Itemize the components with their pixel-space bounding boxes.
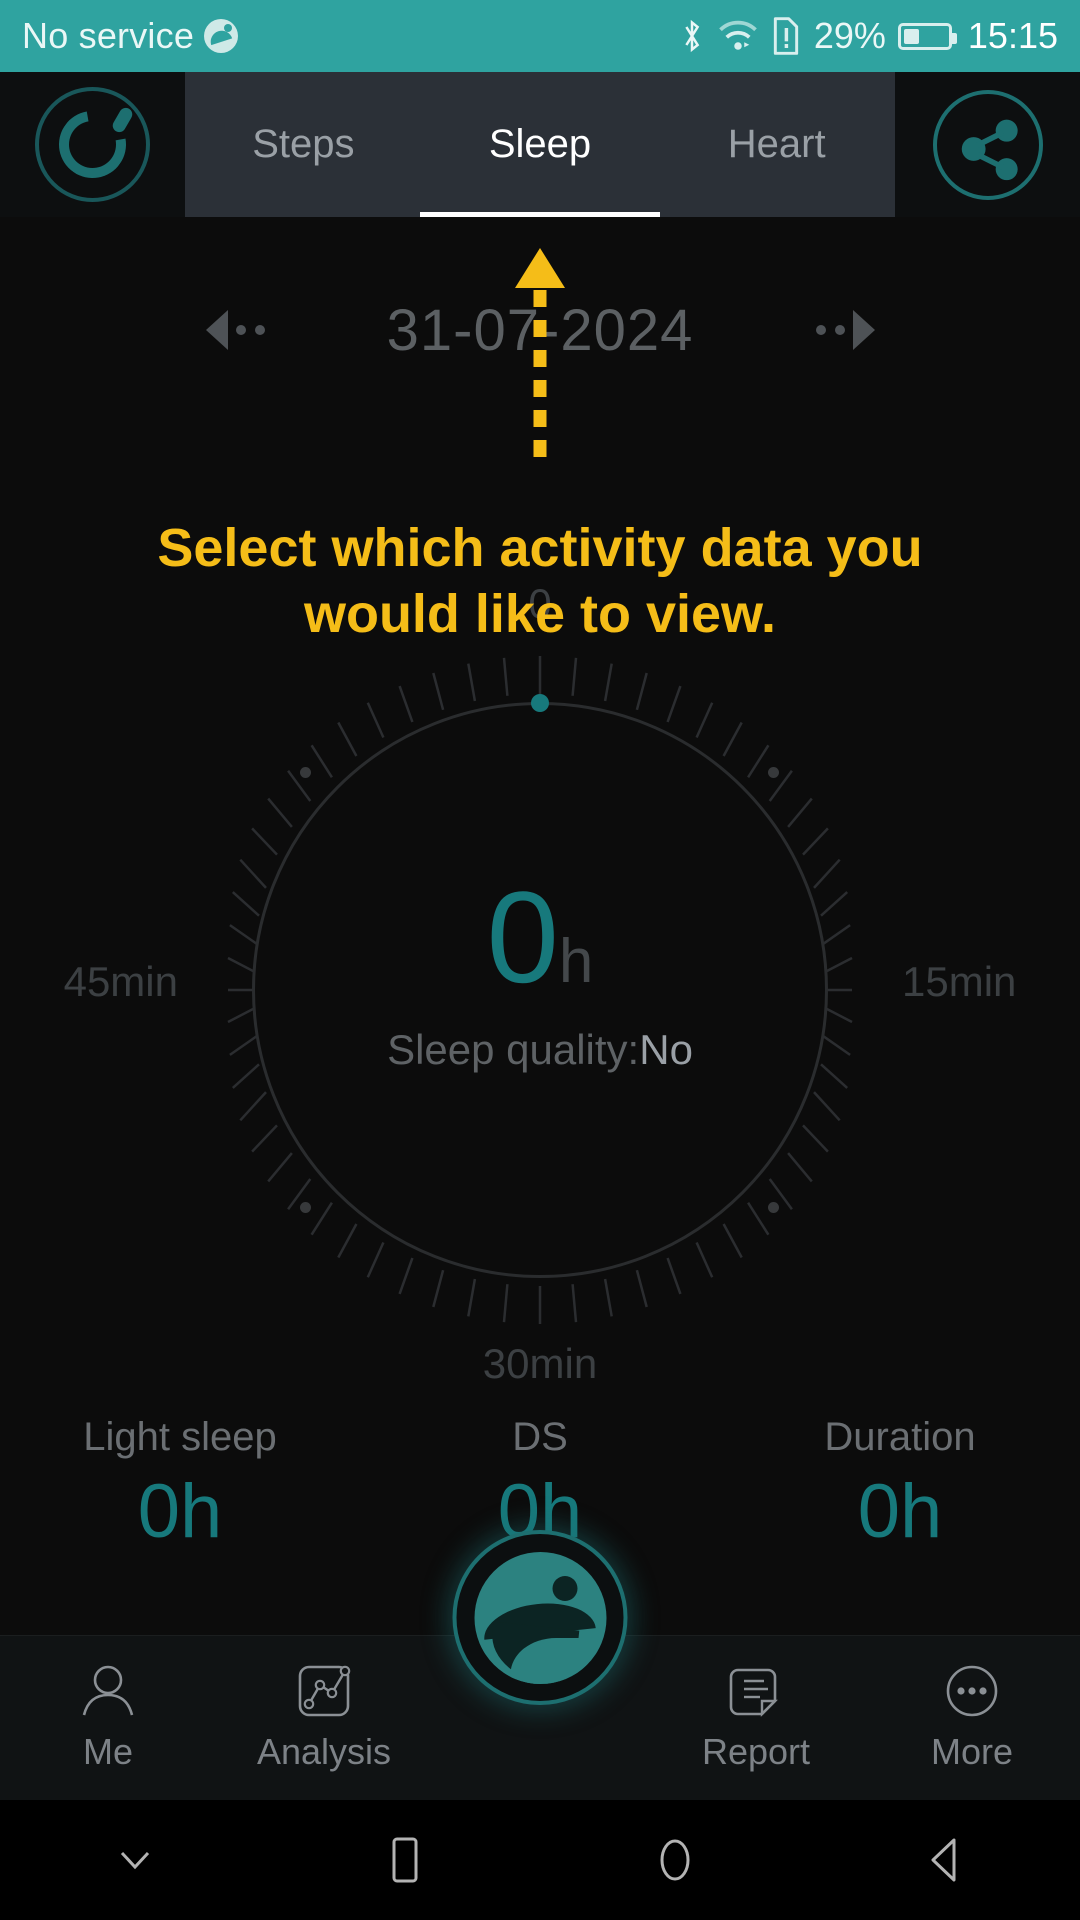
person-icon xyxy=(82,1665,134,1716)
nav-label: Me xyxy=(82,1731,133,1772)
nav-item-report[interactable]: Report xyxy=(648,1663,864,1773)
status-bar-right: 29% 15:15 xyxy=(678,15,1058,57)
dial-label-right: 15min xyxy=(902,958,1017,1005)
header-tab-bar: Steps Sleep Heart xyxy=(0,72,1080,217)
more-dots-icon xyxy=(946,1665,998,1717)
activity-ring-button[interactable] xyxy=(0,72,185,217)
tab-group: Steps Sleep Heart xyxy=(185,72,895,217)
nav-label: More xyxy=(930,1731,1014,1772)
chevron-down-icon[interactable] xyxy=(0,1845,270,1875)
nav-item-analysis[interactable]: Analysis xyxy=(216,1663,432,1773)
dial-progress-marker xyxy=(531,694,549,712)
next-arrow-icon[interactable] xyxy=(790,310,900,350)
prev-arrow-icon[interactable] xyxy=(180,310,290,350)
stat-duration: Duration 0h xyxy=(720,1415,1080,1555)
status-bar-left: No service xyxy=(22,15,239,57)
battery-percent-label: 29% xyxy=(813,15,886,56)
dial-corner-dot xyxy=(768,767,779,778)
sleep-total-value: 0 xyxy=(486,864,559,1010)
sleep-total-unit: h xyxy=(558,927,594,996)
stat-light-sleep: Light sleep 0h xyxy=(0,1415,360,1555)
dial-corner-dot xyxy=(300,1202,311,1213)
nav-label: Analysis xyxy=(256,1731,392,1772)
stat-label: Duration xyxy=(824,1415,976,1459)
chart-icon xyxy=(298,1665,351,1717)
status-bar: No service 29% 15:15 xyxy=(0,0,1080,72)
sim-alert-icon xyxy=(773,17,798,55)
stat-label: DS xyxy=(512,1415,568,1459)
dial-corner-dot xyxy=(300,767,311,778)
document-icon xyxy=(729,1668,778,1717)
sleep-quality-label: Sleep quality: xyxy=(387,1026,640,1073)
tab-heart[interactable]: Heart xyxy=(658,72,895,217)
android-system-nav-bar xyxy=(0,1800,1080,1920)
stat-value: 0h xyxy=(137,1469,223,1554)
square-icon[interactable] xyxy=(270,1831,540,1889)
sleep-dial[interactable]: 0 15min 30min 45min 0h Sleep quality:No xyxy=(64,580,1017,1387)
sleep-quality-row: Sleep quality:No xyxy=(190,1026,890,1074)
dial-label-left: 45min xyxy=(63,958,178,1005)
tutorial-callout-text: Select which activity data you would lik… xyxy=(157,518,923,644)
carrier-label: No service xyxy=(22,15,195,56)
wifi-icon xyxy=(719,20,757,50)
app-home-fab-button[interactable] xyxy=(452,1530,628,1705)
nav-label: Report xyxy=(701,1731,811,1772)
battery-icon xyxy=(897,22,957,50)
activity-ring-icon xyxy=(35,87,150,202)
stat-label: Light sleep xyxy=(83,1415,277,1459)
app-logo-fab-icon xyxy=(474,1551,606,1684)
dial-center-readout: 0h Sleep quality:No xyxy=(190,872,890,1074)
tab-sleep[interactable]: Sleep xyxy=(422,72,659,217)
nav-item-more[interactable]: More xyxy=(864,1663,1080,1773)
circle-icon[interactable] xyxy=(540,1831,810,1889)
nav-item-me[interactable]: Me xyxy=(0,1663,216,1773)
clock-label: 15:15 xyxy=(967,15,1058,56)
active-tab-indicator xyxy=(420,212,660,217)
stat-value: 0h xyxy=(857,1469,943,1554)
tab-steps[interactable]: Steps xyxy=(185,72,422,217)
sleep-quality-value: No xyxy=(639,1026,693,1073)
app-screen: No service 29% 15:15 Steps Sleep Heart S… xyxy=(0,0,1080,1920)
share-button[interactable] xyxy=(895,72,1080,217)
share-icon xyxy=(932,89,1043,200)
dial-corner-dot xyxy=(768,1202,779,1213)
app-logo-icon xyxy=(204,19,239,53)
up-arrow-dashed-pointer xyxy=(515,248,565,458)
triangle-back-icon[interactable] xyxy=(810,1831,1080,1889)
dial-label-bottom: 30min xyxy=(482,1340,598,1387)
bluetooth-icon xyxy=(685,19,700,53)
